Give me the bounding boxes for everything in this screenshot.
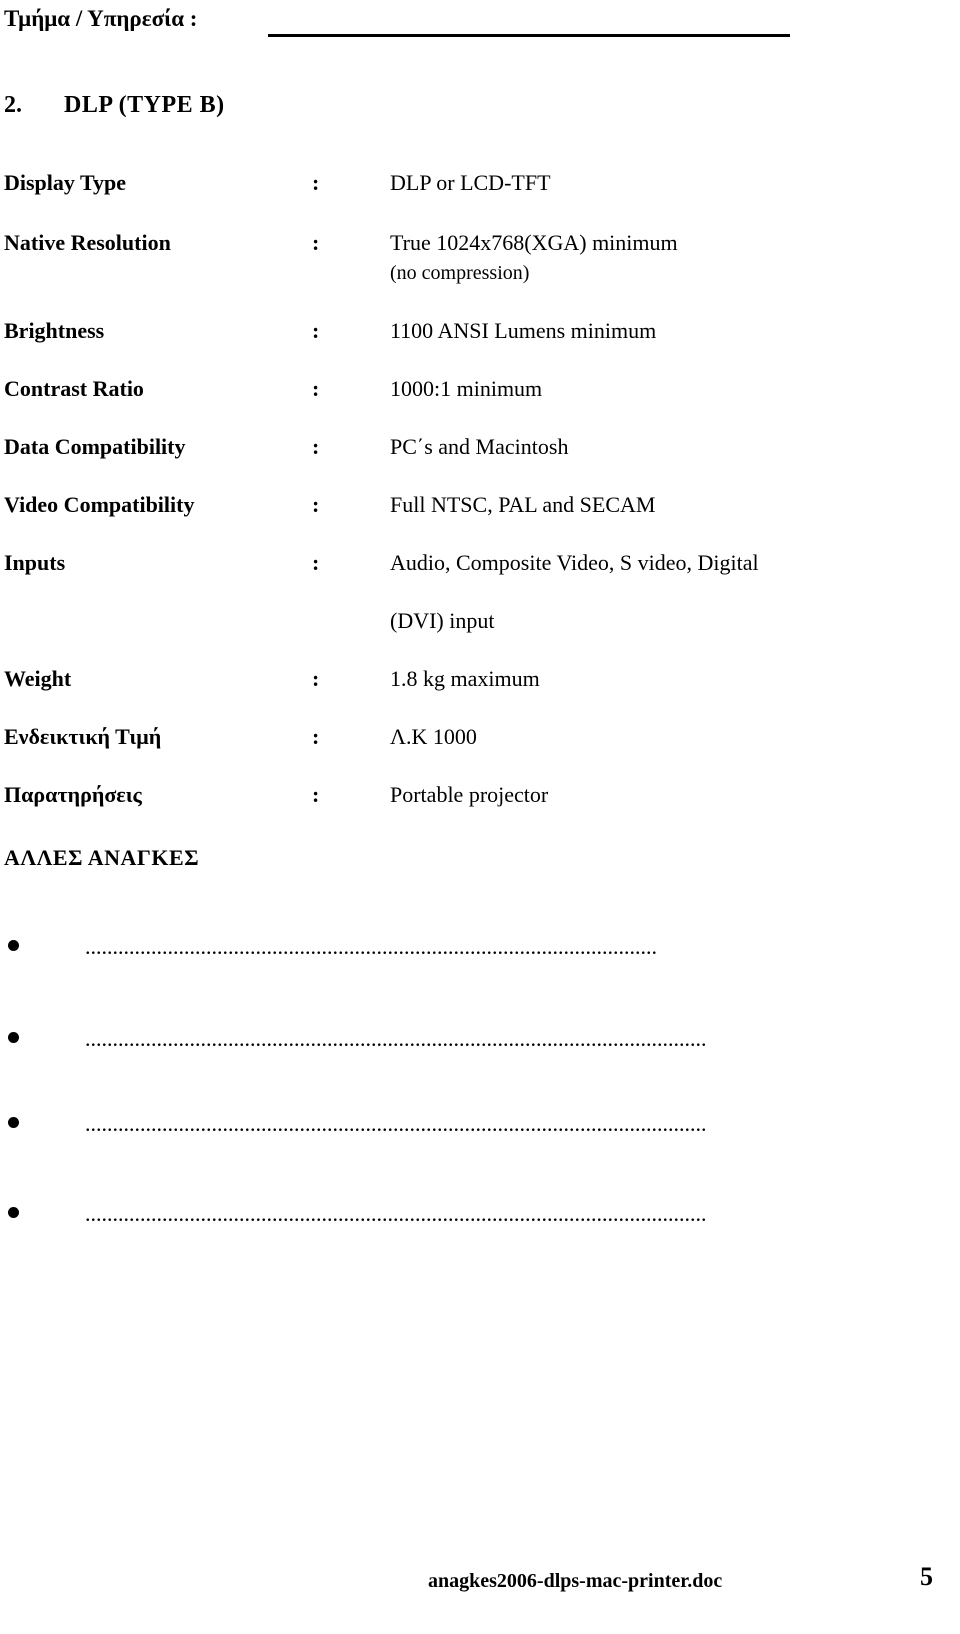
spec-label: Contrast Ratio <box>4 376 144 401</box>
spec-label: Weight <box>4 666 72 691</box>
bullet-dot-icon <box>8 940 19 951</box>
spec-value: 1000:1 minimum <box>390 376 543 401</box>
bullet-dotted-line: ........................................… <box>85 1201 707 1226</box>
spec-colon: : <box>312 376 320 401</box>
bullet-dot-icon <box>8 1032 19 1043</box>
spec-value: Full NTSC, PAL and SECAM <box>390 492 656 517</box>
spec-label: Inputs <box>4 550 66 575</box>
spec-value: 1.8 kg maximum <box>390 666 540 691</box>
footer-filename: anagkes2006-dlps-mac-printer.doc <box>428 1570 723 1592</box>
spec-colon: : <box>312 492 320 517</box>
spec-value: 1100 ANSI Lumens minimum <box>390 318 657 343</box>
spec-label: Brightness <box>4 318 105 343</box>
spec-value: True 1024x768(XGA) minimum <box>390 230 678 255</box>
spec-row: Παρατηρήσεις : Portable projector <box>0 782 960 840</box>
spec-value: DLP or LCD-TFT <box>390 170 551 195</box>
spec-colon: : <box>312 230 320 255</box>
spec-label: Display Type <box>4 170 127 195</box>
footer-page-number: 5 <box>920 1562 933 1591</box>
spec-row: Data Compatibility : PC΄s and Macintosh <box>0 434 960 492</box>
bullet-dot-icon <box>8 1117 19 1128</box>
spec-label: Video Compatibility <box>4 492 195 517</box>
spec-list: Display Type : DLP or LCD-TFT Native Res… <box>0 170 960 840</box>
spec-colon: : <box>312 550 320 575</box>
spec-row: Brightness : 1100 ANSI Lumens minimum <box>0 318 960 376</box>
header-underline <box>268 34 790 37</box>
section-title: DLP (TYPE B) <box>64 92 225 118</box>
spec-row: Contrast Ratio : 1000:1 minimum <box>0 376 960 434</box>
spec-label: Native Resolution <box>4 230 171 255</box>
spec-colon: : <box>312 170 320 195</box>
spec-label: Ενδεικτική Τιμή <box>4 724 162 749</box>
bullet-list-item: ........................................… <box>0 1026 960 1060</box>
spec-row: Weight : 1.8 kg maximum <box>0 666 960 724</box>
spec-label: Data Compatibility <box>4 434 186 459</box>
spec-colon: : <box>312 782 320 807</box>
spec-row: Native Resolution : True 1024x768(XGA) m… <box>0 230 960 318</box>
bullet-dotted-line: ........................................… <box>85 1111 707 1136</box>
spec-row: Video Compatibility : Full NTSC, PAL and… <box>0 492 960 550</box>
spec-label: Παρατηρήσεις <box>4 782 142 807</box>
bullet-dotted-line: ........................................… <box>85 934 657 959</box>
section-number: 2. <box>4 92 22 118</box>
document-page: Τμήμα / Υπηρεσία : 2. DLP (TYPE B) Displ… <box>0 0 960 1634</box>
spec-value: Λ.Κ 1000 <box>390 724 477 749</box>
spec-value: Portable projector <box>390 782 549 807</box>
bullet-dot-icon <box>8 1207 19 1218</box>
bullet-list-item: ........................................… <box>0 934 960 968</box>
spec-row: Ενδεικτική Τιμή : Λ.Κ 1000 <box>0 724 960 782</box>
spec-value: Audio, Composite Video, S video, Digital <box>390 550 759 575</box>
spec-colon: : <box>312 724 320 749</box>
spec-row: Display Type : DLP or LCD-TFT <box>0 170 960 230</box>
spec-value: PC΄s and Macintosh <box>390 434 569 459</box>
other-needs-title: ΑΛΛΕΣ ΑΝΑΓΚΕΣ <box>4 845 200 870</box>
bullet-list-item: ........................................… <box>0 1111 960 1145</box>
spec-value-continuation: (no compression) <box>390 262 530 284</box>
bullet-list-item: ........................................… <box>0 1201 960 1235</box>
spec-value-continuation: (DVI) input <box>390 608 495 633</box>
spec-colon: : <box>312 666 320 691</box>
spec-row: Inputs : Audio, Composite Video, S video… <box>0 550 960 666</box>
spec-colon: : <box>312 434 320 459</box>
document-header: Τμήμα / Υπηρεσία : <box>0 6 960 46</box>
header-department-label: Τμήμα / Υπηρεσία : <box>4 6 198 31</box>
bullet-dotted-line: ........................................… <box>85 1026 707 1051</box>
spec-colon: : <box>312 318 320 343</box>
